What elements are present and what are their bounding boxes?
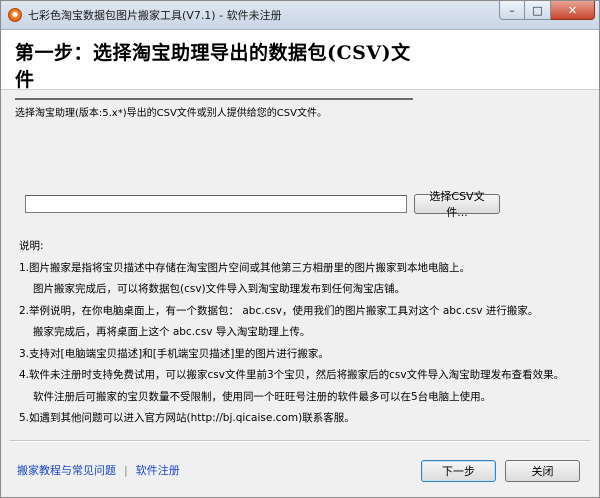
register-link[interactable]: 软件注册 [136,462,180,478]
instruction-line: 图片搬家完成后，可以将数据包(csv)文件导入到淘宝助理发布到任何淘宝店铺。 [33,283,406,295]
instruction-line: 软件注册后可搬家的宝贝数量不受限制，使用同一个旺旺号注册的软件最多可以在5台电脑… [33,390,492,403]
instruction-line: 搬家完成后，再将桌面上这个 abc.csv 导入淘宝助理上传。 [33,326,311,338]
maximize-button[interactable]: □ [525,1,551,20]
instruction-line: 2.举例说明，在你电脑桌面上，有一个数据包： abc.csv，使用我们的图片搬家… [19,304,539,317]
instructions-heading: 说明: [19,240,44,252]
instructions: 说明: 1.图片搬家是指将宝贝描述中存储在淘宝图片空间或其他第三方相册里的图片搬… [19,236,584,430]
page-title: 第一步：选择淘宝助理导出的数据包(CSV)文件 [15,38,413,100]
page-subtitle: 选择淘宝助理(版本:5.x*)导出的CSV文件或别人提供给您的CSV文件。 [15,108,327,119]
close-window-button[interactable]: ✕ [551,1,595,20]
step-header: 第一步：选择淘宝助理导出的数据包(CSV)文件 选择淘宝助理(版本:5.x*)导… [1,30,599,119]
footer-divider [9,440,591,442]
app-window: 七彩色淘宝数据包图片搬家工具(V7.1) - 软件未注册 – □ ✕ 第一步：选… [0,0,600,498]
link-separator: | [124,463,128,477]
title-bar[interactable]: 七彩色淘宝数据包图片搬家工具(V7.1) - 软件未注册 – □ ✕ [1,1,599,30]
app-logo-icon [8,8,22,22]
file-picker: 选择CSV文件... [25,190,500,219]
instruction-line: 4.软件未注册时支持免费试用，可以搬家csv文件里前3个宝贝，然后将搬家后的cs… [19,369,565,381]
window-controls: – □ ✕ [499,1,595,29]
next-step-button[interactable]: 下一步 [421,460,496,482]
csv-path-input[interactable] [25,195,407,213]
close-button[interactable]: 关闭 [505,460,580,482]
instruction-line: 5.如遇到其他问题可以进入官方网站(http://bj.qicaise.com)… [19,412,355,424]
instruction-line: 3.支持对[电脑端宝贝描述]和[手机端宝贝描述]里的图片进行搬家。 [19,347,329,360]
select-csv-button[interactable]: 选择CSV文件... [414,190,500,219]
tutorial-faq-link[interactable]: 搬家教程与常见问题 [17,462,116,478]
window-title: 七彩色淘宝数据包图片搬家工具(V7.1) - 软件未注册 [28,9,282,22]
minimize-button[interactable]: – [499,1,525,20]
footer-links: 搬家教程与常见问题 | 软件注册 [17,462,180,478]
instruction-line: 1.图片搬家是指将宝贝描述中存储在淘宝图片空间或其他第三方相册里的图片搬家到本地… [19,261,471,274]
